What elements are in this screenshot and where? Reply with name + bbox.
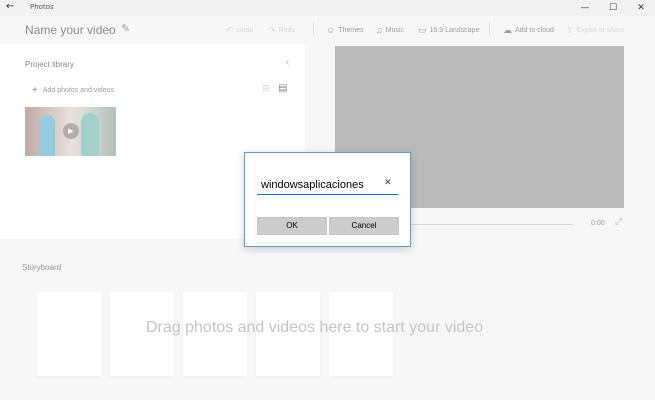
close-button[interactable]: ✕ bbox=[627, 0, 655, 16]
rename-dialog: ✕ OK Cancel bbox=[244, 152, 411, 247]
video-name-input[interactable] bbox=[257, 173, 398, 195]
cancel-button[interactable]: Cancel bbox=[329, 217, 399, 235]
back-arrow-icon[interactable]: ← bbox=[6, 1, 14, 12]
ok-button[interactable]: OK bbox=[257, 217, 327, 235]
clear-icon[interactable]: ✕ bbox=[384, 178, 392, 188]
title-bar: ← Photos — ☐ ✕ bbox=[0, 0, 655, 16]
app-title: Photos bbox=[30, 3, 54, 11]
minimize-button[interactable]: — bbox=[571, 0, 599, 16]
maximize-button[interactable]: ☐ bbox=[599, 0, 627, 16]
